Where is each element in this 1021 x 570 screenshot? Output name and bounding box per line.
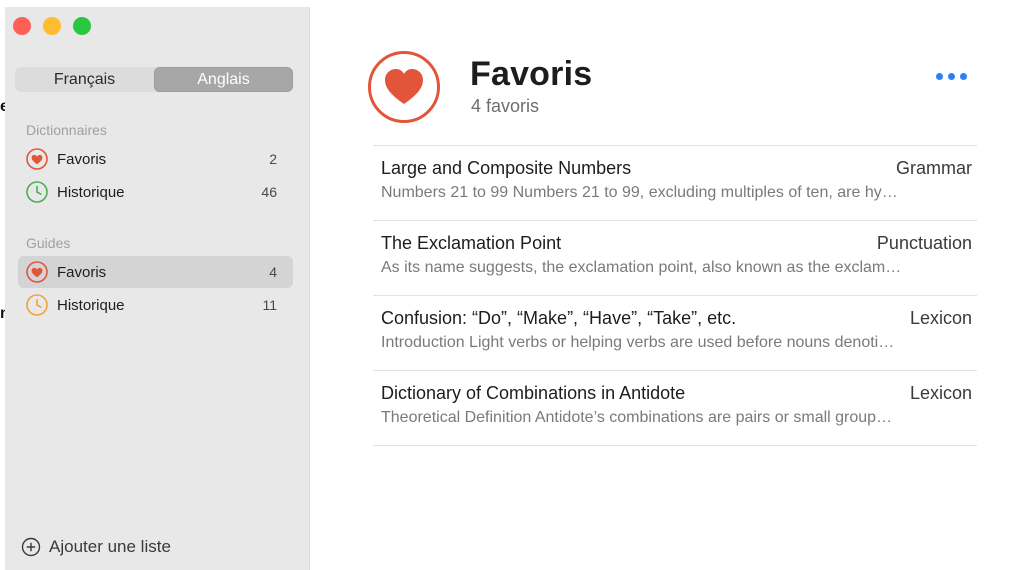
- item-title: Dictionary of Combinations in Antidote: [381, 383, 686, 403]
- ellipsis-dot: [948, 73, 955, 80]
- item-category: Punctuation: [876, 233, 972, 253]
- app-window: Français Anglais Dictionnaires Favoris 2…: [5, 7, 1021, 570]
- sidebar-item-guides-historique[interactable]: Historique 11: [18, 289, 293, 321]
- sidebar-item-label: Favoris: [57, 150, 107, 168]
- item-snippet: Introduction Light verbs or helping verb…: [381, 334, 895, 351]
- item-title: Confusion: “Do”, “Make”, “Have”, “Take”,…: [381, 308, 737, 328]
- minimize-window-button[interactable]: [43, 17, 61, 35]
- heart-icon: [26, 261, 48, 283]
- sidebar-item-dictionnaires-historique[interactable]: Historique 46: [18, 176, 293, 208]
- item-snippet: Numbers 21 to 99 Numbers 21 to 99, exclu…: [381, 184, 898, 201]
- tab-francais[interactable]: Français: [15, 67, 154, 92]
- sidebar-item-label: Favoris: [57, 263, 107, 281]
- item-snippet: As its name suggests, the exclamation po…: [381, 259, 902, 276]
- clock-icon: [26, 181, 48, 203]
- heart-icon: [26, 148, 48, 170]
- clock-icon: [26, 294, 48, 316]
- heart-icon: [368, 51, 440, 123]
- page-subtitle: 4 favoris: [471, 96, 540, 116]
- item-category: Lexicon: [909, 308, 972, 328]
- plus-circle-icon: [21, 537, 41, 557]
- close-window-button[interactable]: [13, 17, 31, 35]
- sidebar-item-dictionnaires-favoris[interactable]: Favoris 2: [18, 143, 293, 175]
- item-category: Lexicon: [909, 383, 972, 403]
- item-title: Large and Composite Numbers: [381, 158, 632, 178]
- item-category: Grammar: [896, 158, 972, 178]
- sidebar-item-label: Historique: [57, 183, 125, 201]
- zoom-window-button[interactable]: [73, 17, 91, 35]
- item-title: The Exclamation Point: [381, 233, 562, 253]
- sidebar-item-count: 46: [261, 184, 277, 200]
- sidebar-item-count: 11: [262, 297, 277, 313]
- window-controls: [13, 17, 91, 35]
- more-options-button[interactable]: [932, 69, 971, 84]
- tab-anglais[interactable]: Anglais: [154, 67, 293, 92]
- ellipsis-dot: [960, 73, 967, 80]
- sidebar: Français Anglais Dictionnaires Favoris 2…: [5, 7, 310, 570]
- page-title: Favoris: [470, 55, 593, 93]
- sidebar-item-count: 2: [269, 151, 277, 167]
- sidebar-item-label: Historique: [57, 296, 125, 314]
- section-title-guides: Guides: [26, 235, 71, 251]
- list-item[interactable]: Large and Composite Numbers Grammar Numb…: [373, 145, 977, 220]
- list-item[interactable]: The Exclamation Point Punctuation As its…: [373, 220, 977, 295]
- add-list-label: Ajouter une liste: [49, 537, 171, 556]
- section-title-dictionnaires: Dictionnaires: [26, 122, 107, 138]
- list-item[interactable]: Dictionary of Combinations in Antidote L…: [373, 370, 977, 446]
- list-item[interactable]: Confusion: “Do”, “Make”, “Have”, “Take”,…: [373, 295, 977, 370]
- favorites-list: Large and Composite Numbers Grammar Numb…: [373, 145, 977, 446]
- item-snippet: Theoretical Definition Antidote’s combin…: [381, 409, 893, 426]
- sidebar-item-guides-favoris[interactable]: Favoris 4: [18, 256, 293, 288]
- ellipsis-dot: [936, 73, 943, 80]
- add-list-button[interactable]: Ajouter une liste: [21, 537, 171, 557]
- main-content: Favoris 4 favoris Large and Composite Nu…: [310, 7, 1021, 570]
- sidebar-item-count: 4: [269, 264, 277, 280]
- language-segmented-control: Français Anglais: [15, 67, 293, 92]
